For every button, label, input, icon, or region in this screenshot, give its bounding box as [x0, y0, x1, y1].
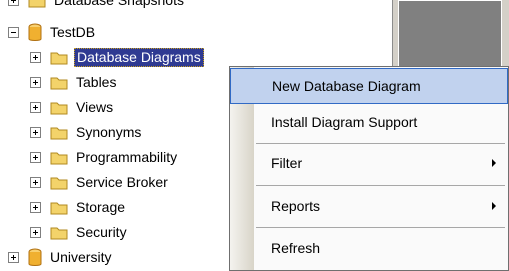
folder-icon	[50, 52, 68, 64]
submenu-arrow-icon	[492, 202, 496, 210]
menu-item-label: Install Diagram Support	[271, 114, 418, 130]
menu-item-new-database-diagram[interactable]: New Database Diagram	[230, 68, 508, 104]
menu-item-install-diagram-support[interactable]: Install Diagram Support	[230, 104, 508, 140]
folder-icon	[50, 127, 68, 139]
tree-node-label: Views	[76, 99, 114, 115]
folder-icon	[50, 102, 68, 114]
context-menu: New Database Diagram Install Diagram Sup…	[229, 66, 509, 271]
tree-node-label: TestDB	[50, 24, 96, 40]
tree-node-label: Synonyms	[76, 124, 142, 140]
tree-node-university[interactable]: University	[8, 245, 113, 270]
tree-node-security[interactable]: Security	[30, 220, 129, 245]
tree-node-programmability[interactable]: Programmability	[30, 145, 179, 170]
expand-icon[interactable]	[30, 202, 41, 213]
expand-icon[interactable]	[8, 252, 19, 263]
menu-separator	[256, 227, 505, 228]
menu-item-label: Reports	[271, 198, 321, 214]
folder-icon	[50, 152, 68, 164]
folder-icon	[50, 77, 68, 89]
tree-node-label: Storage	[76, 199, 126, 215]
expand-icon[interactable]	[30, 52, 41, 63]
menu-separator	[256, 185, 505, 186]
tree-node-storage[interactable]: Storage	[30, 195, 127, 220]
menu-item-filter[interactable]: Filter	[230, 145, 508, 181]
tree-node-views[interactable]: Views	[30, 95, 115, 120]
tree-node-label: Security	[76, 224, 127, 240]
submenu-arrow-icon	[492, 159, 496, 167]
tree-node-label: Programmability	[76, 149, 178, 165]
tree-node-database-diagrams[interactable]: Database Diagrams	[30, 45, 204, 70]
folder-icon	[28, 0, 46, 7]
expand-icon[interactable]	[30, 152, 41, 163]
folder-icon	[50, 202, 68, 214]
database-icon	[28, 23, 42, 41]
tree-node-label: Database Snapshots	[54, 0, 184, 8]
tree-node-label: Tables	[76, 74, 117, 90]
database-icon	[28, 248, 42, 266]
tree-node-testdb[interactable]: TestDB	[8, 20, 97, 45]
folder-icon	[50, 227, 68, 239]
tree-node-tables[interactable]: Tables	[30, 70, 118, 95]
menu-item-reports[interactable]: Reports	[230, 188, 508, 224]
tree-node-synonyms[interactable]: Synonyms	[30, 120, 143, 145]
tree-node-label: Database Diagrams	[74, 48, 204, 67]
expand-icon[interactable]	[30, 127, 41, 138]
collapse-icon[interactable]	[8, 27, 19, 38]
expand-icon[interactable]	[30, 227, 41, 238]
menu-item-label: New Database Diagram	[272, 78, 421, 94]
expand-icon[interactable]	[30, 102, 41, 113]
tree-node-label: University	[50, 249, 112, 265]
menu-separator	[256, 143, 505, 144]
expand-icon[interactable]	[30, 77, 41, 88]
tree-node-label: Service Broker	[76, 174, 168, 190]
menu-item-refresh[interactable]: Refresh	[230, 230, 508, 266]
expand-icon[interactable]	[8, 0, 19, 6]
folder-icon	[50, 177, 68, 189]
menu-item-label: Filter	[271, 155, 303, 171]
tree-node-service-broker[interactable]: Service Broker	[30, 170, 170, 195]
menu-item-label: Refresh	[271, 240, 321, 256]
tree-node-database-snapshots[interactable]: Database Snapshots	[8, 0, 186, 13]
expand-icon[interactable]	[30, 177, 41, 188]
